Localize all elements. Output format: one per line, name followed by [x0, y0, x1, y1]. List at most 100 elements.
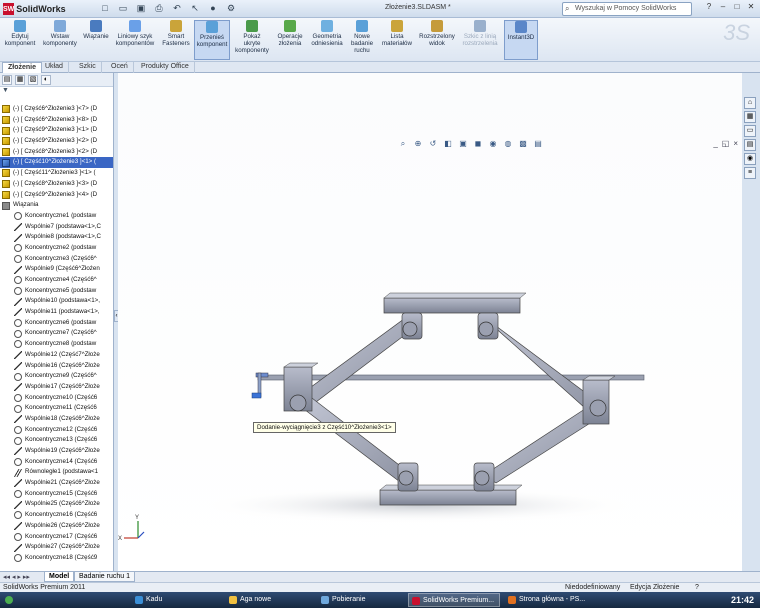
- tree-item-mate[interactable]: Równoległe1 (podstawa<1: [0, 467, 113, 478]
- tab-0[interactable]: Złożenie: [2, 62, 43, 73]
- taskbar-clock[interactable]: 21:42: [731, 593, 754, 607]
- ribbon-button-0[interactable]: Edytuj komponent: [2, 20, 38, 60]
- tree-item-mate[interactable]: Koncentryczne6 (podstaw: [0, 318, 113, 329]
- new-doc-icon[interactable]: □: [98, 2, 112, 15]
- tree-item-mate[interactable]: Wspólnie11 (podstawa<1>,: [0, 307, 113, 318]
- design-library-icon[interactable]: ▦: [744, 111, 756, 123]
- tree-item-mate[interactable]: Koncentryczne4 (Część6^: [0, 275, 113, 286]
- tree-item-mate[interactable]: Koncentryczne8 (podstaw: [0, 339, 113, 350]
- select-icon[interactable]: ↖: [188, 2, 202, 15]
- tree-item-mate[interactable]: Wspólnie18 (Część6^Złoże: [0, 414, 113, 425]
- tree-item-component[interactable]: (-) [ Część6^Złożenie3 ]<7> (D: [0, 104, 113, 115]
- ribbon-button-11[interactable]: Rozstrzelony widok: [416, 20, 458, 60]
- tree-item-mate[interactable]: Wspólnie27 (Część6^Złoże: [0, 542, 113, 553]
- view-palette-icon[interactable]: ▤: [744, 139, 756, 151]
- tree-item-mate[interactable]: Koncentryczne9 (Część6^: [0, 371, 113, 382]
- ribbon-button-2[interactable]: Wiązanie: [82, 20, 110, 60]
- maximize-button[interactable]: □: [732, 2, 742, 14]
- print-icon[interactable]: ⎙: [152, 2, 166, 15]
- ribbon-button-12[interactable]: Szkic z linią rozstrzelenia: [460, 20, 500, 60]
- tree-item-mate[interactable]: Koncentryczne14 (Część6: [0, 457, 113, 468]
- tree-item-mate[interactable]: Koncentryczne3 (Część6^: [0, 254, 113, 265]
- tree-item-component[interactable]: (-) [ Część9^Złożenie3 ]<2> (D: [0, 136, 113, 147]
- minimize-button[interactable]: –: [718, 2, 728, 14]
- resources-icon[interactable]: ⌂: [744, 97, 756, 109]
- ribbon-button-6[interactable]: Pokaż ukryte komponenty: [234, 20, 270, 60]
- start-button[interactable]: [2, 593, 16, 607]
- tree-item-mate[interactable]: Wspólnie17 (Część6^Złoże: [0, 382, 113, 393]
- tree-item-component[interactable]: (-) [ Część11^Złożenie3 ]<1> (: [0, 168, 113, 179]
- bottom-tab-0[interactable]: Model: [44, 572, 75, 582]
- config-manager-icon[interactable]: ▧: [28, 75, 38, 85]
- feature-tree-icon[interactable]: ▤: [2, 75, 12, 85]
- appearance-icon[interactable]: ◐: [41, 75, 51, 85]
- close-button[interactable]: ✕: [746, 2, 756, 14]
- tree-item-mate[interactable]: Koncentryczne1 (podstaw: [0, 211, 113, 222]
- tree-item-component[interactable]: (-) [ Część8^Złożenie3 ]<3> (D: [0, 179, 113, 190]
- tree-item-mate[interactable]: Koncentryczne17 (Część6: [0, 532, 113, 543]
- options-icon[interactable]: ⚙: [224, 2, 238, 15]
- scissor-jack-model[interactable]: Y X: [118, 73, 742, 571]
- tree-item-mate[interactable]: Koncentryczne12 (Część6: [0, 425, 113, 436]
- help-search-input[interactable]: ⌕ Wyszukaj w Pomocy SolidWorks: [562, 2, 692, 16]
- solidworks-logo[interactable]: SW SolidWorks: [3, 2, 66, 16]
- taskbar-item-1[interactable]: Aga nowe: [226, 593, 314, 607]
- filter-icon[interactable]: ▼: [0, 87, 113, 97]
- tree-item-component[interactable]: (-) [ Część9^Złożenie3 ]<4> (D: [0, 190, 113, 201]
- help-icon[interactable]: ?: [704, 2, 714, 14]
- property-manager-icon[interactable]: ▦: [15, 75, 25, 85]
- save-icon[interactable]: ▣: [134, 2, 148, 15]
- tree-item-mate[interactable]: Wspólnie8 (podstawa<1>,C: [0, 232, 113, 243]
- tab-scroll-arrows-icon[interactable]: ◂◂ ◂ ▸ ▸▸: [3, 573, 30, 581]
- tree-item-component[interactable]: (-) [ Część9^Złożenie3 ]<1> (D: [0, 125, 113, 136]
- ribbon-button-9[interactable]: Nowe badanie ruchu: [348, 20, 376, 60]
- tree-item-component[interactable]: (-) [ Część8^Złożenie3 ]<2> (D: [0, 147, 113, 158]
- ribbon-button-10[interactable]: Lista materiałów: [380, 20, 414, 60]
- tree-item-component[interactable]: (-) [ Część10^Złożenie3 ]<1> (: [0, 157, 113, 169]
- rebuild-icon[interactable]: ●: [206, 2, 220, 15]
- tree-item-mate[interactable]: Wspólnie7 (podstawa<1>,C: [0, 222, 113, 233]
- tree-item-mate[interactable]: Koncentryczne5 (podstaw: [0, 286, 113, 297]
- tree-item-mate[interactable]: Wspólnie12 (Część7^Złoże: [0, 350, 113, 361]
- open-icon[interactable]: ▭: [116, 2, 130, 15]
- tree-item-mate[interactable]: Koncentryczne7 (Część6^: [0, 328, 113, 339]
- tab-3[interactable]: Oceń: [106, 62, 134, 73]
- ribbon-button-13[interactable]: Instant3D: [504, 20, 538, 60]
- appearances-scenes-icon[interactable]: ◉: [744, 153, 756, 165]
- tree-item-mate[interactable]: Koncentryczne2 (podstaw: [0, 243, 113, 254]
- file-explorer-icon[interactable]: ▭: [744, 125, 756, 137]
- taskbar-item-4[interactable]: Strona główna - PS...: [505, 593, 591, 607]
- ribbon-button-1[interactable]: Wstaw komponenty: [40, 20, 80, 60]
- custom-properties-icon[interactable]: ≡: [744, 167, 756, 179]
- tree-item-mate[interactable]: Wspólnie16 (Część6^Złoże: [0, 361, 113, 372]
- tree-item-component[interactable]: (-) [ Część6^Złożenie3 ]<8> (D: [0, 115, 113, 126]
- taskbar-item-0[interactable]: Kadu: [132, 593, 222, 607]
- ribbon-button-8[interactable]: Geometria odniesienia: [308, 20, 346, 60]
- taskbar-item-2[interactable]: Pobieranie: [318, 593, 404, 607]
- ribbon-button-4[interactable]: Smart Fasteners: [160, 20, 192, 60]
- tree-item-mate[interactable]: Koncentryczne10 (Część6: [0, 393, 113, 404]
- graphics-viewport[interactable]: ⌕ ⊕ ↺ ◧ ▣ ◼ ◉ ◍ ▩ ▤ _ ◱ × Y X: [118, 73, 742, 571]
- bottom-tab-1[interactable]: Badanie ruchu 1: [74, 572, 135, 582]
- tree-item-mate[interactable]: Wspólnie26 (Część6^Złoże: [0, 521, 113, 532]
- tree-item-mate[interactable]: Koncentryczne16 (Część6: [0, 510, 113, 521]
- tree-item-mate[interactable]: Wspólnie10 (podstawa<1>,: [0, 296, 113, 307]
- ribbon-button-3[interactable]: Liniowy szyk komponentów: [112, 20, 158, 60]
- tree-item-mate[interactable]: Wspólnie19 (Część6^Złoże: [0, 446, 113, 457]
- tree-folder-mates[interactable]: Wiązania: [0, 200, 113, 211]
- tree-item-mate[interactable]: Koncentryczne11 (Część6: [0, 403, 113, 414]
- tab-4[interactable]: Produkty Office: [136, 62, 195, 73]
- ribbon-button-7[interactable]: Operacje złożenia: [274, 20, 306, 60]
- tree-item-mate[interactable]: Wspólnie9 (Część6^Złożen: [0, 264, 113, 275]
- tab-2[interactable]: Szkic: [74, 62, 102, 73]
- tree-item-mate[interactable]: Koncentryczne18 (Część9: [0, 553, 113, 564]
- ribbon-button-5[interactable]: Przenieś komponent: [194, 20, 230, 60]
- tab-1[interactable]: Układ: [40, 62, 69, 73]
- tree-item-mate[interactable]: Koncentryczne13 (Część6: [0, 435, 113, 446]
- tree-item-mate[interactable]: Koncentryczne15 (Część6: [0, 489, 113, 500]
- tree-item-mate[interactable]: Wspólnie25 (Część6^Złoże: [0, 499, 113, 510]
- taskbar-item-3[interactable]: SolidWorks Premium...: [408, 593, 500, 607]
- ribbon-button-label: Rozstrzelony: [419, 33, 455, 40]
- tree-item-mate[interactable]: Wspólnie21 (Część6^Złoże: [0, 478, 113, 489]
- undo-icon[interactable]: ↶: [170, 2, 184, 15]
